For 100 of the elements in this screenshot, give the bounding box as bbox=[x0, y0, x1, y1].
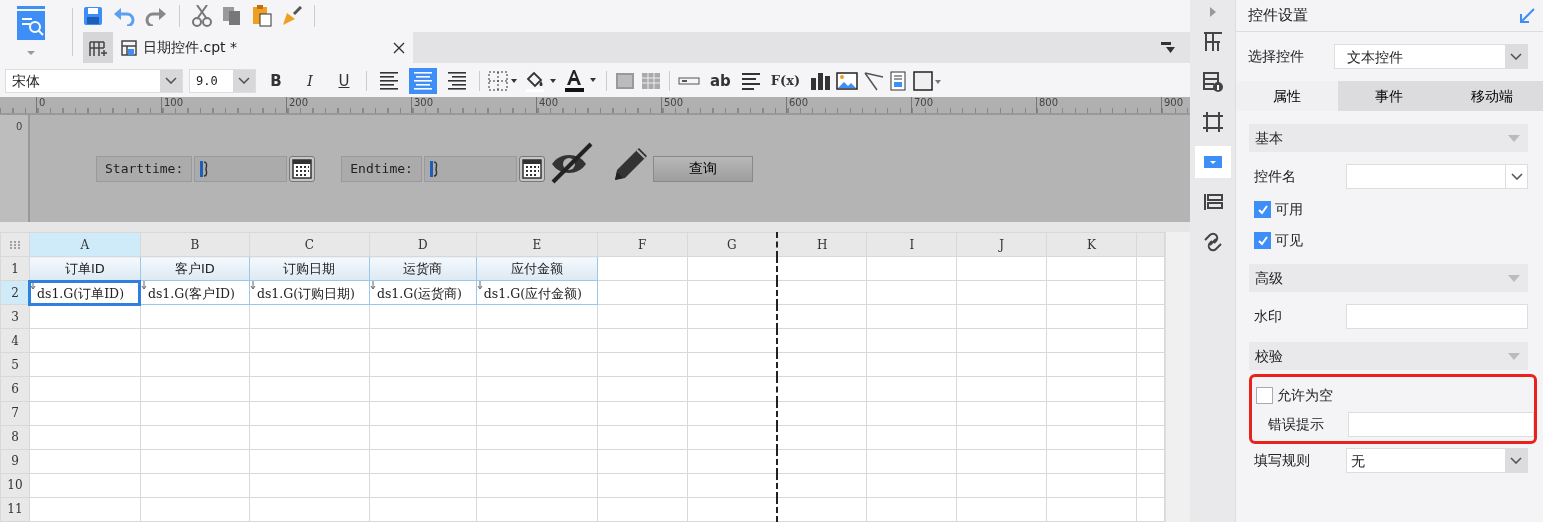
date-field[interactable] bbox=[194, 155, 288, 182]
table-cell[interactable]: ds1.G(订购日期) bbox=[249, 280, 370, 305]
paste-icon[interactable] bbox=[252, 5, 272, 27]
row-header[interactable]: 7 bbox=[0, 401, 30, 426]
caret-icon bbox=[1508, 352, 1520, 360]
image-icon[interactable] bbox=[836, 71, 859, 90]
copy-icon[interactable] bbox=[222, 6, 242, 26]
close-icon[interactable] bbox=[393, 41, 405, 54]
collapse-arrow-icon[interactable] bbox=[1519, 7, 1535, 24]
field-label: 选择控件 bbox=[1248, 47, 1305, 66]
date-field[interactable] bbox=[423, 155, 517, 182]
merge-cells-icon[interactable] bbox=[615, 71, 635, 90]
bold-button[interactable]: B bbox=[262, 68, 290, 93]
text-field-icon[interactable] bbox=[678, 75, 700, 86]
sub-report-icon[interactable] bbox=[890, 70, 907, 91]
table-cell[interactable]: ds1.G(运货商) bbox=[369, 280, 477, 305]
ruler-label: 0 bbox=[0, 115, 30, 222]
font-select[interactable]: 宋体 bbox=[5, 68, 183, 93]
document-tab[interactable]: 日期控件.cpt * bbox=[113, 32, 413, 63]
checkbox[interactable]: 允许为空 bbox=[1256, 385, 1333, 406]
row-header[interactable]: 4 bbox=[0, 328, 30, 353]
underline-button[interactable]: U bbox=[330, 68, 358, 93]
panel-tab[interactable]: 属性 bbox=[1236, 81, 1339, 111]
section-header[interactable]: 校验 bbox=[1249, 342, 1528, 370]
column-header[interactable]: E bbox=[476, 232, 598, 257]
table-cell[interactable]: 客户ID bbox=[140, 256, 250, 281]
border-icon[interactable] bbox=[488, 70, 518, 91]
save-icon[interactable] bbox=[83, 6, 103, 26]
report-logo-icon[interactable] bbox=[15, 6, 47, 40]
column-header[interactable]: J bbox=[956, 232, 1047, 257]
check-icon bbox=[1256, 203, 1269, 216]
brush-icon[interactable] bbox=[282, 6, 302, 26]
query-button[interactable]: 查询 bbox=[652, 155, 753, 182]
row-header[interactable]: 6 bbox=[0, 376, 30, 402]
panel-tab[interactable]: 事件 bbox=[1338, 81, 1441, 111]
cell-info-icon bbox=[1201, 71, 1224, 93]
column-header[interactable]: B bbox=[140, 232, 250, 257]
field-label: 错误提示 bbox=[1267, 415, 1325, 434]
split-cells-icon[interactable] bbox=[641, 71, 661, 90]
chevron-icon bbox=[165, 77, 177, 84]
chevron-icon bbox=[1510, 53, 1522, 60]
row-header[interactable]: 11 bbox=[0, 497, 30, 522]
italic-button[interactable]: I bbox=[296, 68, 324, 93]
table-cell[interactable]: 运货商 bbox=[369, 256, 477, 281]
fill-color-icon[interactable] bbox=[524, 69, 558, 92]
table-cell[interactable]: ds1.G(订单ID) bbox=[29, 280, 141, 305]
checkbox[interactable]: 可用 bbox=[1254, 199, 1303, 220]
column-header[interactable]: F bbox=[597, 232, 688, 257]
section-header[interactable]: 高级 bbox=[1249, 264, 1528, 292]
font-size-select[interactable]: 9.0 bbox=[189, 68, 256, 93]
pin-menu-icon[interactable] bbox=[1160, 40, 1176, 55]
row-header[interactable]: 3 bbox=[0, 304, 30, 329]
paragraph-icon[interactable] bbox=[740, 71, 761, 90]
vertical-scrollbar[interactable] bbox=[1165, 232, 1190, 522]
calendar-button[interactable] bbox=[289, 155, 316, 182]
text-field[interactable] bbox=[1346, 304, 1528, 329]
align-center-icon bbox=[413, 69, 433, 92]
calendar-button[interactable] bbox=[518, 155, 545, 182]
column-header[interactable]: K bbox=[1046, 232, 1137, 257]
field-label: 填写规则 bbox=[1254, 451, 1311, 470]
box-dropdown-icon[interactable] bbox=[912, 69, 943, 92]
column-header[interactable]: G bbox=[687, 232, 778, 257]
align-left-icon bbox=[379, 69, 399, 92]
formula-button[interactable]: F(x) bbox=[766, 68, 805, 93]
column-header[interactable]: D bbox=[369, 232, 477, 257]
caret-icon[interactable] bbox=[26, 50, 36, 56]
name-combo-field[interactable] bbox=[1346, 164, 1528, 189]
row-header[interactable]: 5 bbox=[0, 352, 30, 377]
column-header[interactable]: A bbox=[29, 232, 141, 257]
chevron-icon bbox=[1510, 173, 1523, 180]
bar-chart-icon[interactable] bbox=[810, 71, 831, 90]
section-header[interactable]: 基本 bbox=[1249, 124, 1528, 152]
ruler-label: 800 bbox=[1036, 97, 1161, 113]
table-cell[interactable]: 应付金额 bbox=[476, 256, 598, 281]
text-widget-button[interactable]: ab bbox=[706, 68, 735, 93]
expand-down-icon bbox=[476, 281, 483, 291]
row-header[interactable]: 10 bbox=[0, 473, 30, 498]
redo-icon[interactable] bbox=[145, 6, 167, 26]
panel-tab[interactable]: 移动端 bbox=[1440, 81, 1543, 111]
expand-down-icon bbox=[29, 281, 36, 291]
grid-add-icon[interactable] bbox=[89, 38, 107, 57]
calendar-icon bbox=[292, 158, 313, 179]
column-header[interactable]: C bbox=[249, 232, 370, 257]
table-cell[interactable]: 订单ID bbox=[29, 256, 141, 281]
widget-select[interactable]: 文本控件 bbox=[1334, 44, 1528, 69]
cut-icon[interactable] bbox=[192, 5, 212, 27]
slash-line-icon[interactable] bbox=[864, 70, 885, 91]
font-color-icon[interactable] bbox=[564, 68, 598, 93]
column-header[interactable]: I bbox=[866, 232, 957, 257]
table-cell[interactable]: 订购日期 bbox=[249, 256, 370, 281]
rule-select[interactable]: 无 bbox=[1346, 448, 1528, 473]
caret-icon bbox=[1508, 134, 1520, 142]
text-field[interactable] bbox=[1348, 412, 1534, 437]
column-header[interactable]: H bbox=[777, 232, 867, 257]
table-cell[interactable]: ds1.G(客户ID) bbox=[140, 280, 250, 305]
table-cell[interactable]: ds1.G(应付金额) bbox=[476, 280, 598, 305]
row-header[interactable]: 8 bbox=[0, 425, 30, 450]
checkbox[interactable]: 可见 bbox=[1254, 230, 1303, 251]
row-header[interactable]: 9 bbox=[0, 449, 30, 474]
row-header[interactable]: 1 bbox=[0, 256, 30, 281]
